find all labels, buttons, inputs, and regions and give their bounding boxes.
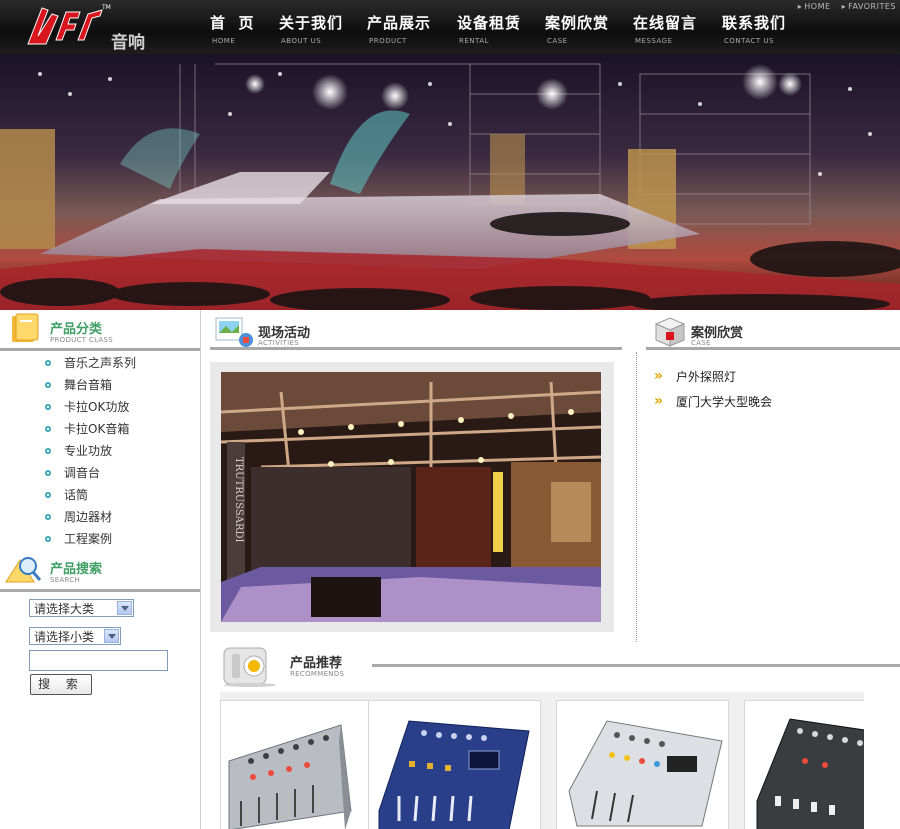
product-class-list: 音乐之声系列 舞台音箱 卡拉OK功放 卡拉OK音箱 专业功放 调音台 话筒 周边… [0, 352, 136, 550]
product-class-subtitle: PRODUCT CLASS [50, 336, 114, 344]
event-stage-illustration: TRUTRUSSARDI [221, 372, 601, 622]
search-subtitle: SEARCH [50, 576, 81, 584]
nav-about[interactable]: 关于我们 ABOUT US [279, 12, 359, 45]
magnifier-icon [5, 557, 42, 583]
product-card[interactable] [368, 700, 541, 829]
activities-rule [210, 347, 622, 350]
folder-icon [12, 313, 39, 342]
product-class-rule [0, 348, 200, 351]
class-item[interactable]: 舞台音箱 [0, 374, 136, 396]
gift-box-icon [654, 317, 686, 347]
nav-rental[interactable]: 设备租赁 RENTAL [457, 12, 537, 45]
case-header: 案例欣赏 CASE [646, 310, 900, 352]
nav-about-en: ABOUT US [281, 37, 322, 45]
nav-about-label: 关于我们 [279, 14, 344, 32]
activities-event-photo[interactable]: TRUTRUSSARDI [221, 372, 601, 622]
chevron-down-icon [117, 601, 132, 615]
product-card[interactable] [744, 700, 864, 829]
home-link[interactable]: HOME [798, 2, 831, 11]
nav-home[interactable]: 首 页 HOME [210, 12, 290, 45]
activities-subtitle: ACTIVITIES [258, 339, 299, 347]
mixer-white-image [568, 720, 723, 827]
class-item[interactable]: 音乐之声系列 [0, 352, 136, 374]
search-rule [0, 589, 200, 592]
case-item[interactable]: 户外探照灯 [654, 364, 772, 390]
favorites-link[interactable]: FAVORITES [842, 2, 896, 11]
chevron-down-icon [104, 629, 119, 643]
recommends-header: 产品推荐 RECOMMENDS [218, 640, 900, 690]
nav-home-label: 首 页 [210, 14, 255, 32]
nav-contact[interactable]: 联系我们 CONTACT US [722, 12, 802, 45]
nav-case-en: CASE [547, 37, 568, 45]
recommended-products-strip [220, 692, 864, 829]
class-item[interactable]: 专业功放 [0, 440, 136, 462]
class-item[interactable]: 工程案例 [0, 528, 136, 550]
logo-mark-icon: TM [27, 4, 111, 45]
recommends-title: 产品推荐 [290, 656, 343, 671]
subcategory-select-value: 请选择小类 [34, 630, 95, 644]
case-rule [646, 347, 900, 350]
site-header: TM 音响 HOME FAVORITES 首 页 HOME 关于我们 ABOUT… [0, 0, 900, 54]
activities-panel: TRUTRUSSARDI [210, 362, 614, 632]
class-item[interactable]: 卡拉OK功放 [0, 396, 136, 418]
photo-gallery-icon [215, 317, 253, 347]
left-sidebar: 产品分类 PRODUCT CLASS 音乐之声系列 舞台音箱 卡拉OK功放 卡拉… [0, 310, 201, 829]
column-divider [636, 352, 637, 642]
recommends-subtitle: RECOMMENDS [290, 670, 345, 678]
nav-contact-label: 联系我们 [722, 14, 787, 32]
class-item[interactable]: 话筒 [0, 484, 136, 506]
nav-message-en: MESSAGE [635, 37, 673, 45]
class-item[interactable]: 周边器材 [0, 506, 136, 528]
case-list: 户外探照灯 厦门大学大型晚会 [654, 364, 772, 415]
class-item[interactable]: 调音台 [0, 462, 136, 484]
mixer-blue-image [378, 720, 530, 829]
site-logo[interactable]: TM [22, 0, 112, 50]
subcategory-select[interactable]: 请选择小类 [29, 627, 121, 645]
stage-sign-text: TRUTRUSSARDI [233, 457, 244, 543]
search-input[interactable] [29, 650, 168, 671]
case-item[interactable]: 厦门大学大型晚会 [654, 389, 772, 415]
class-item[interactable]: 卡拉OK音箱 [0, 418, 136, 440]
nav-message-label: 在线留言 [633, 14, 698, 32]
stage-illustration [0, 63, 900, 310]
mixer-black-image [756, 718, 864, 829]
nav-case-label: 案例欣赏 [545, 14, 610, 32]
category-select[interactable]: 请选择大类 [29, 599, 134, 617]
case-subtitle: CASE [691, 339, 711, 347]
nav-contact-en: CONTACT US [724, 37, 774, 45]
hero-banner-stage-photo [0, 54, 900, 310]
top-utility-links: HOME FAVORITES [790, 2, 896, 11]
logo-suffix-text: 音响 [111, 33, 145, 53]
product-class-header: 产品分类 PRODUCT CLASS [0, 310, 200, 348]
nav-rental-label: 设备租赁 [457, 14, 522, 32]
nav-rental-en: RENTAL [459, 37, 489, 45]
search-button[interactable]: 搜 索 [30, 674, 92, 695]
nav-product-label: 产品展示 [367, 14, 432, 32]
search-header: 产品搜索 SEARCH [0, 550, 200, 588]
search-title: 产品搜索 [50, 562, 103, 577]
mixer-silver-image [228, 724, 352, 829]
recommends-rule [372, 664, 900, 667]
nav-message[interactable]: 在线留言 MESSAGE [633, 12, 713, 45]
svg-text:TM: TM [101, 4, 111, 11]
activities-header: 现场活动 ACTIVITIES [210, 310, 622, 352]
product-class-title: 产品分类 [50, 322, 103, 337]
product-card[interactable] [556, 700, 729, 829]
nav-product-en: PRODUCT [369, 37, 407, 45]
nav-case[interactable]: 案例欣赏 CASE [545, 12, 625, 45]
speaker-icon [223, 647, 276, 687]
category-select-value: 请选择大类 [34, 602, 95, 616]
nav-product[interactable]: 产品展示 PRODUCT [367, 12, 447, 45]
